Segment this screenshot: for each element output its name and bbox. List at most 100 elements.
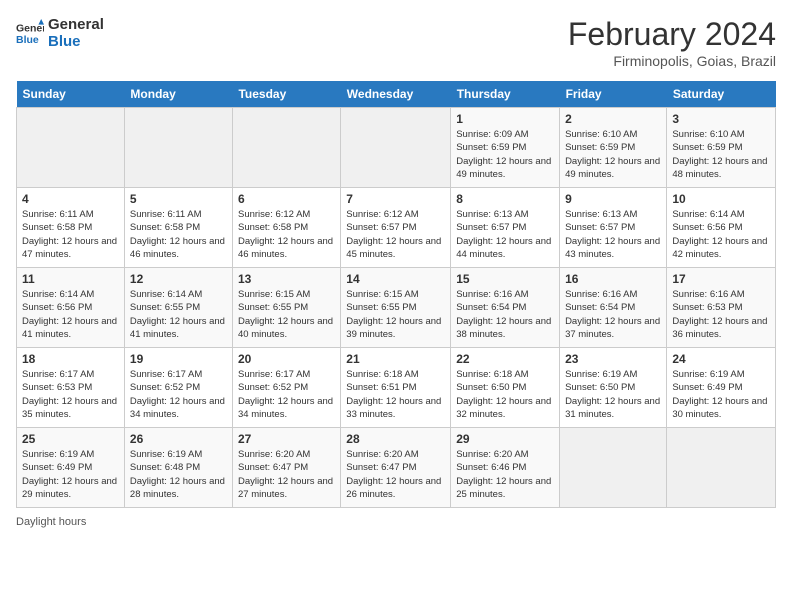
day-number: 28: [346, 432, 445, 446]
day-info: Sunrise: 6:11 AMSunset: 6:58 PMDaylight:…: [130, 208, 227, 261]
calendar-cell: 9Sunrise: 6:13 AMSunset: 6:57 PMDaylight…: [560, 188, 667, 268]
day-info: Sunrise: 6:14 AMSunset: 6:55 PMDaylight:…: [130, 288, 227, 341]
calendar-cell: 28 Sunrise: 6:20 AMSunset: 6:47 PMDayligh…: [341, 428, 451, 508]
day-of-week-header: Sunday: [17, 81, 125, 108]
header: General Blue General Blue February 2024 …: [16, 16, 776, 69]
day-number: 15: [456, 272, 554, 286]
day-info: Sunrise: 6:19 AMSunset: 6:50 PMDaylight:…: [565, 368, 661, 421]
day-info: Sunrise: 6:19 AMSunset: 6:49 PMDaylight:…: [22, 448, 119, 501]
calendar-cell: [17, 108, 125, 188]
day-info: Sunrise: 6:13 AMSunset: 6:57 PMDaylight:…: [565, 208, 661, 261]
day-of-week-header: Tuesday: [232, 81, 340, 108]
calendar-cell: 22 Sunrise: 6:18 AMSunset: 6:50 PMDayligh…: [451, 348, 560, 428]
calendar-cell: 1 Sunrise: 6:09 AMSunset: 6:59 PMDaylight…: [451, 108, 560, 188]
logo: General Blue General Blue: [16, 16, 104, 50]
calendar-cell: 15Sunrise: 6:16 AMSunset: 6:54 PMDayligh…: [451, 268, 560, 348]
calendar-week-row: 18 Sunrise: 6:17 AMSunset: 6:53 PMDayligh…: [17, 348, 776, 428]
svg-text:Blue: Blue: [16, 34, 39, 46]
day-number: 4: [22, 192, 119, 206]
day-info: Sunrise: 6:20 AMSunset: 6:46 PMDaylight:…: [456, 448, 554, 501]
day-info: Sunrise: 6:19 AMSunset: 6:48 PMDaylight:…: [130, 448, 227, 501]
calendar-cell: 24 Sunrise: 6:19 AMSunset: 6:49 PMDayligh…: [667, 348, 776, 428]
calendar-cell: 26 Sunrise: 6:19 AMSunset: 6:48 PMDayligh…: [124, 428, 232, 508]
calendar-cell: [124, 108, 232, 188]
day-number: 24: [672, 352, 770, 366]
day-info: Sunrise: 6:18 AMSunset: 6:50 PMDaylight:…: [456, 368, 554, 421]
calendar-cell: 5 Sunrise: 6:11 AMSunset: 6:58 PMDaylight…: [124, 188, 232, 268]
calendar-week-row: 25 Sunrise: 6:19 AMSunset: 6:49 PMDayligh…: [17, 428, 776, 508]
day-info: Sunrise: 6:15 AMSunset: 6:55 PMDaylight:…: [346, 288, 445, 341]
calendar-cell: 17 Sunrise: 6:16 AMSunset: 6:53 PMDayligh…: [667, 268, 776, 348]
day-number: 1: [456, 112, 554, 126]
calendar-cell: 16 Sunrise: 6:16 AMSunset: 6:54 PMDayligh…: [560, 268, 667, 348]
calendar-cell: 7Sunrise: 6:12 AMSunset: 6:57 PMDaylight…: [341, 188, 451, 268]
day-info: Sunrise: 6:09 AMSunset: 6:59 PMDaylight:…: [456, 128, 554, 181]
day-info: Sunrise: 6:10 AMSunset: 6:59 PMDaylight:…: [672, 128, 770, 181]
month-title: February 2024: [568, 16, 776, 53]
logo-icon: General Blue: [16, 19, 44, 47]
day-info: Sunrise: 6:13 AMSunset: 6:57 PMDaylight:…: [456, 208, 554, 261]
logo-general: General: [48, 16, 104, 33]
calendar-cell: 6 Sunrise: 6:12 AMSunset: 6:58 PMDaylight…: [232, 188, 340, 268]
calendar-cell: [667, 428, 776, 508]
day-info: Sunrise: 6:18 AMSunset: 6:51 PMDaylight:…: [346, 368, 445, 421]
calendar-week-row: 1 Sunrise: 6:09 AMSunset: 6:59 PMDaylight…: [17, 108, 776, 188]
day-info: Sunrise: 6:20 AMSunset: 6:47 PMDaylight:…: [346, 448, 445, 501]
calendar-header-row: SundayMondayTuesdayWednesdayThursdayFrid…: [17, 81, 776, 108]
day-number: 13: [238, 272, 335, 286]
logo-blue: Blue: [48, 33, 104, 50]
calendar-cell: 8 Sunrise: 6:13 AMSunset: 6:57 PMDaylight…: [451, 188, 560, 268]
calendar-cell: [232, 108, 340, 188]
day-info: Sunrise: 6:15 AMSunset: 6:55 PMDaylight:…: [238, 288, 335, 341]
day-info: Sunrise: 6:17 AMSunset: 6:52 PMDaylight:…: [238, 368, 335, 421]
day-info: Sunrise: 6:17 AMSunset: 6:53 PMDaylight:…: [22, 368, 119, 421]
day-info: Sunrise: 6:14 AMSunset: 6:56 PMDaylight:…: [672, 208, 770, 261]
day-number: 25: [22, 432, 119, 446]
day-info: Sunrise: 6:16 AMSunset: 6:53 PMDaylight:…: [672, 288, 770, 341]
calendar-cell: 11Sunrise: 6:14 AMSunset: 6:56 PMDayligh…: [17, 268, 125, 348]
day-number: 11: [22, 272, 119, 286]
calendar-cell: 19Sunrise: 6:17 AMSunset: 6:52 PMDayligh…: [124, 348, 232, 428]
day-number: 20: [238, 352, 335, 366]
calendar-cell: 13 Sunrise: 6:15 AMSunset: 6:55 PMDayligh…: [232, 268, 340, 348]
day-number: 12: [130, 272, 227, 286]
day-of-week-header: Wednesday: [341, 81, 451, 108]
day-number: 10: [672, 192, 770, 206]
day-info: Sunrise: 6:19 AMSunset: 6:49 PMDaylight:…: [672, 368, 770, 421]
calendar-cell: 12 Sunrise: 6:14 AMSunset: 6:55 PMDayligh…: [124, 268, 232, 348]
calendar-cell: 27 Sunrise: 6:20 AMSunset: 6:47 PMDayligh…: [232, 428, 340, 508]
day-of-week-header: Friday: [560, 81, 667, 108]
footer-note: Daylight hours: [16, 516, 776, 528]
day-number: 16: [565, 272, 661, 286]
calendar-cell: 25 Sunrise: 6:19 AMSunset: 6:49 PMDayligh…: [17, 428, 125, 508]
calendar-cell: 21Sunrise: 6:18 AMSunset: 6:51 PMDayligh…: [341, 348, 451, 428]
calendar-cell: 2Sunrise: 6:10 AMSunset: 6:59 PMDaylight…: [560, 108, 667, 188]
day-number: 7: [346, 192, 445, 206]
calendar-cell: 20 Sunrise: 6:17 AMSunset: 6:52 PMDayligh…: [232, 348, 340, 428]
day-number: 27: [238, 432, 335, 446]
day-number: 14: [346, 272, 445, 286]
calendar-cell: 14 Sunrise: 6:15 AMSunset: 6:55 PMDayligh…: [341, 268, 451, 348]
day-of-week-header: Saturday: [667, 81, 776, 108]
day-info: Sunrise: 6:16 AMSunset: 6:54 PMDaylight:…: [565, 288, 661, 341]
day-number: 5: [130, 192, 227, 206]
day-info: Sunrise: 6:20 AMSunset: 6:47 PMDaylight:…: [238, 448, 335, 501]
calendar-cell: [560, 428, 667, 508]
day-number: 17: [672, 272, 770, 286]
calendar-cell: 29 Sunrise: 6:20 AMSunset: 6:46 PMDayligh…: [451, 428, 560, 508]
day-number: 3: [672, 112, 770, 126]
day-number: 18: [22, 352, 119, 366]
day-number: 8: [456, 192, 554, 206]
day-info: Sunrise: 6:12 AMSunset: 6:58 PMDaylight:…: [238, 208, 335, 261]
calendar-cell: 18 Sunrise: 6:17 AMSunset: 6:53 PMDayligh…: [17, 348, 125, 428]
day-number: 26: [130, 432, 227, 446]
day-number: 19: [130, 352, 227, 366]
location: Firminopolis, Goias, Brazil: [568, 53, 776, 69]
calendar-cell: 3 Sunrise: 6:10 AMSunset: 6:59 PMDaylight…: [667, 108, 776, 188]
day-of-week-header: Thursday: [451, 81, 560, 108]
day-number: 6: [238, 192, 335, 206]
calendar-cell: [341, 108, 451, 188]
day-info: Sunrise: 6:11 AMSunset: 6:58 PMDaylight:…: [22, 208, 119, 261]
day-number: 29: [456, 432, 554, 446]
day-number: 22: [456, 352, 554, 366]
